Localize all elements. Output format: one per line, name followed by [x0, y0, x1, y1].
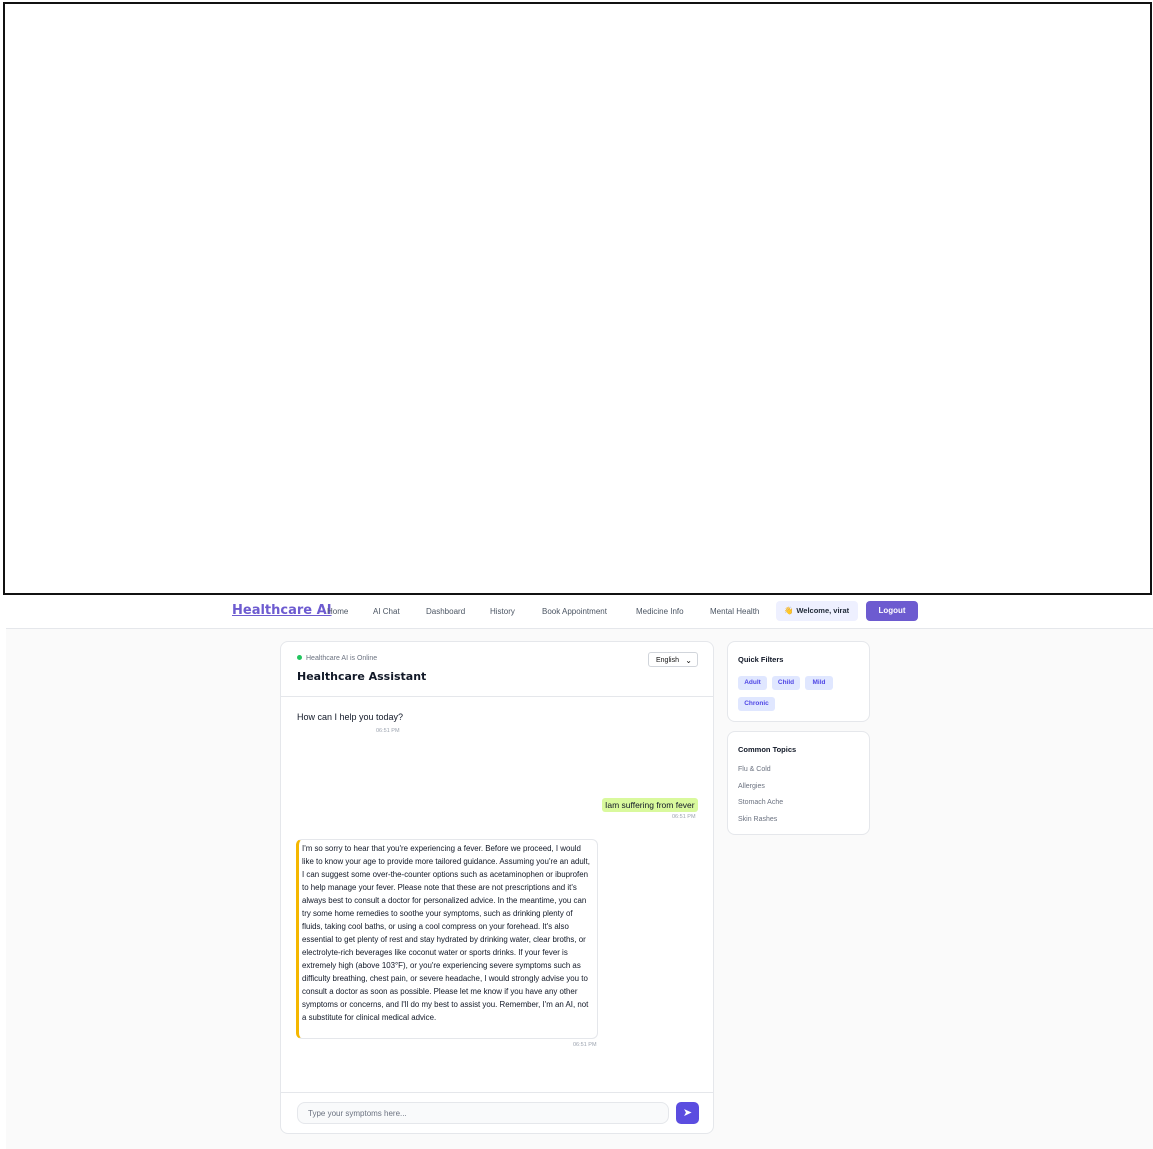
online-dot-icon	[297, 655, 302, 660]
composer-divider	[281, 1092, 713, 1093]
chat-panel: Healthcare AI is Online Healthcare Assis…	[280, 641, 714, 1134]
message-time: 06:51 PM	[672, 814, 696, 820]
language-value: English	[656, 657, 679, 664]
filter-chip-adult[interactable]: Adult	[738, 676, 767, 690]
quick-filters-card: Quick Filters Adult Child Mild Chronic	[727, 641, 870, 722]
logout-button[interactable]: Logout	[866, 601, 918, 621]
wave-icon: 👋	[784, 606, 794, 615]
app: Healthcare AI Home AI Chat Dashboard His…	[6, 597, 1153, 1149]
nav-link-mental-health[interactable]: Mental Health	[710, 607, 759, 616]
navbar: Healthcare AI Home AI Chat Dashboard His…	[6, 597, 1153, 629]
nav-link-dashboard[interactable]: Dashboard	[426, 607, 465, 616]
common-topics-title: Common Topics	[738, 745, 797, 754]
topic-link[interactable]: Flu & Cold	[738, 766, 771, 773]
common-topics-card: Common Topics Flu & Cold Allergies Stoma…	[727, 731, 870, 835]
message-time: 06:51 PM	[573, 1042, 597, 1048]
status-text: Healthcare AI is Online	[306, 655, 378, 662]
online-status: Healthcare AI is Online	[297, 655, 377, 662]
nav-link-history[interactable]: History	[490, 607, 515, 616]
welcome-badge: 👋 Welcome, virat	[776, 601, 858, 621]
user-message: Iam suffering from fever	[602, 798, 698, 812]
symptom-input[interactable]	[297, 1102, 669, 1124]
quick-filters-title: Quick Filters	[738, 655, 784, 664]
blank-frame	[3, 2, 1152, 595]
chat-title: Healthcare Assistant	[297, 670, 427, 683]
topic-link[interactable]: Stomach Ache	[738, 799, 783, 806]
welcome-text: Welcome, virat	[796, 606, 850, 615]
topic-link[interactable]: Allergies	[738, 783, 765, 790]
filter-chip-chronic[interactable]: Chronic	[738, 697, 775, 711]
message-time: 06:51 PM	[376, 728, 400, 734]
filter-chip-child[interactable]: Child	[772, 676, 800, 690]
nav-link-book-appointment[interactable]: Book Appointment	[542, 607, 607, 616]
nav-link-ai-chat[interactable]: AI Chat	[373, 607, 400, 616]
brand-logo[interactable]: Healthcare AI	[232, 603, 332, 618]
send-button[interactable]: ➤	[676, 1102, 699, 1124]
bot-message: I'm so sorry to hear that you're experie…	[296, 839, 598, 1039]
chat-header: Healthcare AI is Online Healthcare Assis…	[281, 642, 713, 697]
chevron-down-icon: ⌄	[685, 656, 692, 665]
topic-link[interactable]: Skin Rashes	[738, 816, 777, 823]
language-select[interactable]: English ⌄	[648, 652, 698, 667]
bot-message: How can I help you today?	[297, 712, 404, 722]
filter-chip-mild[interactable]: Mild	[805, 676, 833, 690]
nav-link-home[interactable]: Home	[327, 607, 348, 616]
send-icon: ➤	[682, 1107, 693, 1119]
nav-link-medicine-info[interactable]: Medicine Info	[636, 607, 684, 616]
